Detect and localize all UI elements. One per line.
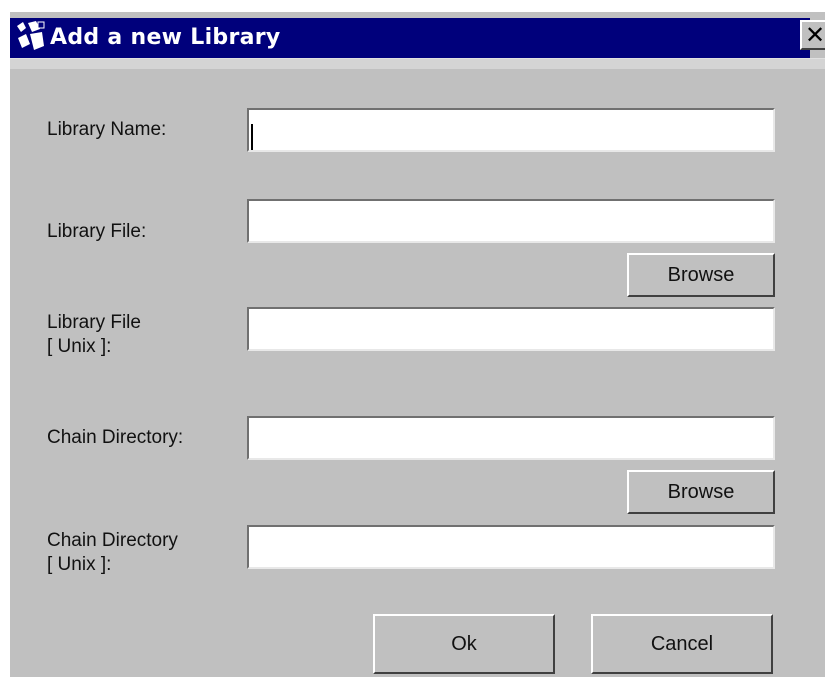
browse-chain-directory-button[interactable]: Browse (627, 470, 775, 514)
browse-library-file-button[interactable]: Browse (627, 253, 775, 297)
chain-directory-unix-field[interactable] (247, 525, 775, 569)
add-library-dialog: Add a new Library ✕ Library Name: Librar… (10, 12, 825, 677)
library-file-label: Library File: (47, 221, 147, 242)
library-name-field[interactable] (247, 108, 775, 152)
title-separator (10, 58, 825, 69)
title-bar[interactable]: Add a new Library (10, 18, 810, 58)
close-button[interactable]: ✕ (800, 20, 825, 50)
text-caret (251, 124, 253, 150)
ok-button[interactable]: Ok (373, 614, 555, 674)
app-window-icon (14, 20, 48, 54)
library-file-field[interactable] (247, 199, 775, 243)
cancel-button[interactable]: Cancel (591, 614, 773, 674)
library-name-label: Library Name: (47, 119, 167, 140)
chain-directory-label: Chain Directory: (47, 427, 184, 448)
chain-directory-field[interactable] (247, 416, 775, 460)
dialog-title: Add a new Library (50, 25, 281, 50)
library-file-unix-label: Library File [ Unix ]: (47, 312, 141, 357)
library-file-unix-field[interactable] (247, 307, 775, 351)
close-icon: ✕ (804, 21, 825, 49)
chain-directory-unix-label: Chain Directory [ Unix ]: (47, 530, 178, 575)
